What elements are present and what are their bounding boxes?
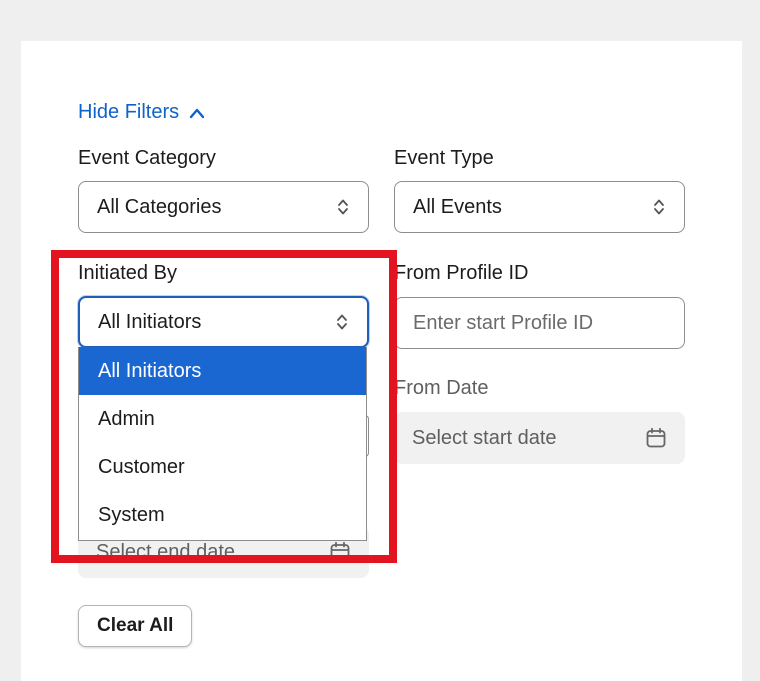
initiated-by-value: All Initiators	[98, 310, 202, 333]
updown-chevron-icon	[337, 314, 347, 330]
filters-panel: Hide Filters Event Category All Categori…	[21, 41, 742, 681]
option-admin[interactable]: Admin	[79, 395, 366, 443]
calendar-icon	[330, 541, 350, 562]
chevron-up-icon	[189, 108, 205, 118]
initiated-by-select[interactable]: All Initiators	[78, 296, 369, 348]
event-category-value: All Categories	[97, 195, 222, 218]
from-profile-id-label: From Profile ID	[394, 262, 529, 284]
hide-filters-label: Hide Filters	[78, 101, 180, 123]
option-all-initiators[interactable]: All Initiators	[79, 347, 366, 395]
from-date-placeholder: Select start date	[412, 426, 557, 449]
from-date-label: From Date	[394, 377, 489, 399]
option-system[interactable]: System	[79, 491, 366, 539]
event-category-select[interactable]: All Categories	[78, 181, 369, 233]
hide-filters-toggle[interactable]: Hide Filters	[78, 101, 205, 124]
event-type-label: Event Type	[394, 147, 494, 169]
initiated-by-dropdown: All Initiators Admin Customer System	[78, 347, 367, 541]
from-date-picker[interactable]: Select start date	[394, 412, 685, 464]
calendar-icon	[646, 427, 666, 448]
clear-all-button[interactable]: Clear All	[78, 605, 193, 647]
event-type-select[interactable]: All Events	[394, 181, 685, 233]
updown-chevron-icon	[654, 199, 664, 215]
to-date-placeholder: Select end date	[96, 540, 235, 563]
from-profile-id-placeholder: Enter start Profile ID	[413, 311, 594, 334]
event-type-value: All Events	[413, 195, 502, 218]
from-profile-id-input[interactable]: Enter start Profile ID	[394, 297, 685, 349]
option-customer[interactable]: Customer	[79, 443, 366, 491]
updown-chevron-icon	[338, 199, 348, 215]
initiated-by-label: Initiated By	[78, 262, 177, 284]
event-category-label: Event Category	[78, 147, 216, 169]
